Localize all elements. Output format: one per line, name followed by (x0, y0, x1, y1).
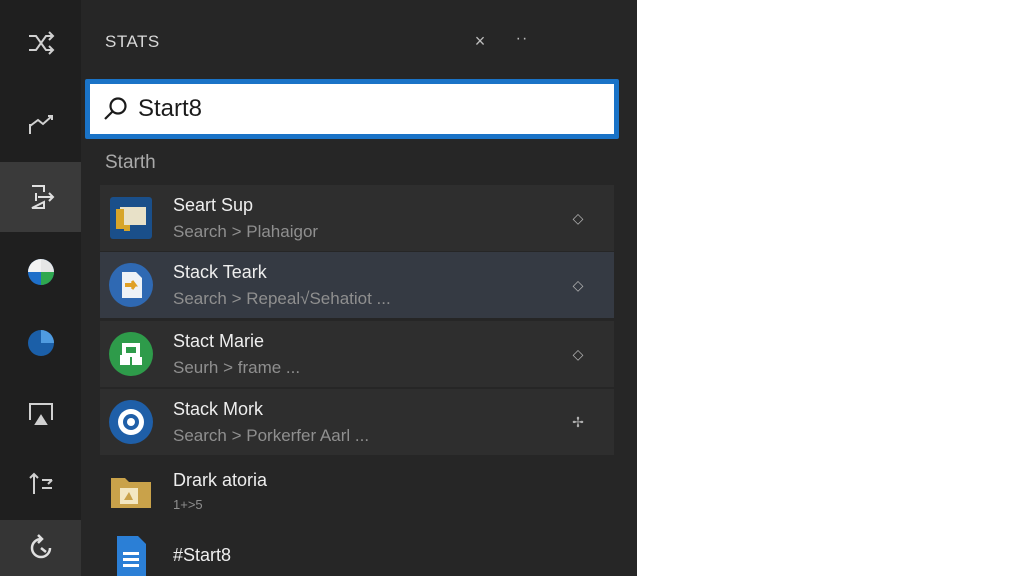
chart-line-icon (28, 115, 53, 134)
result-title: #Start8 (173, 544, 232, 565)
result-item[interactable]: Seart Sup Search > Plahaigor ◇ (100, 185, 614, 251)
pin-icon[interactable]: ◇ (568, 275, 588, 295)
result-title: Stack Teark (173, 261, 267, 282)
search-field (90, 84, 614, 134)
refresh-icon (30, 534, 51, 559)
panel-title: STATS (105, 32, 160, 51)
rail-item-chart[interactable] (0, 90, 81, 160)
blue-ring-icon (108, 399, 154, 445)
result-item[interactable]: #Start8 (100, 522, 614, 576)
result-item[interactable]: Stact Marie Seurh > frame ... ◇ (100, 321, 614, 387)
more-icon: ·· (515, 30, 529, 47)
rail-item-shuffle[interactable] (0, 8, 81, 78)
globe-pie-icon (27, 259, 54, 285)
shuffle-icon (28, 31, 54, 55)
close-icon: × (474, 30, 486, 51)
arrow-file-icon (108, 262, 154, 308)
folder-icon (108, 468, 154, 514)
rail-item-refresh[interactable] (0, 520, 81, 576)
export-icon (31, 185, 54, 209)
close-button[interactable]: × (469, 30, 491, 52)
result-subtitle: 1+>5 (173, 497, 203, 512)
rail-item-sort[interactable] (0, 448, 81, 518)
result-title: Stact Marie (173, 330, 265, 351)
result-title: Stack Mork (173, 398, 264, 419)
result-item[interactable]: Stack Teark Search > Repeal√Sehatiot ...… (100, 252, 614, 318)
search-box (85, 79, 619, 139)
pin-icon[interactable]: ✢ (568, 412, 588, 432)
document-icon (108, 532, 154, 576)
rail-item-globe[interactable] (0, 237, 81, 307)
rail-item-export[interactable] (0, 162, 81, 232)
result-subtitle: Search > Porkerfer Aarl ... (173, 425, 370, 445)
search-panel: STATS × ·· Starth Seart Sup Search > Pla… (81, 0, 637, 576)
sort-arrows-icon (28, 472, 53, 494)
rail-item-screen[interactable] (0, 378, 81, 448)
pie-chart-icon (27, 330, 54, 356)
result-subtitle: Search > Plahaigor (173, 221, 319, 241)
result-title: Seart Sup (173, 194, 254, 215)
result-subtitle: Seurh > frame ... (173, 357, 301, 377)
green-app-icon (108, 331, 154, 377)
result-item[interactable]: Drark atoria 1+>5 (100, 458, 614, 524)
rail-item-pie[interactable] (0, 308, 81, 378)
document-folder-icon (108, 195, 154, 241)
more-options-button[interactable]: ·· (511, 28, 533, 50)
pin-icon[interactable]: ◇ (568, 208, 588, 228)
screen-share-icon (28, 403, 53, 425)
result-title: Drark atoria (173, 470, 268, 490)
result-item[interactable]: Stack Mork Search > Porkerfer Aarl ... ✢ (100, 389, 614, 455)
section-label: Starth (105, 152, 156, 173)
pin-icon[interactable]: ◇ (568, 344, 588, 364)
result-subtitle: Search > Repeal√Sehatiot ... (173, 288, 391, 308)
search-input[interactable] (138, 89, 538, 129)
icon-rail (0, 0, 81, 576)
search-icon (104, 97, 127, 120)
